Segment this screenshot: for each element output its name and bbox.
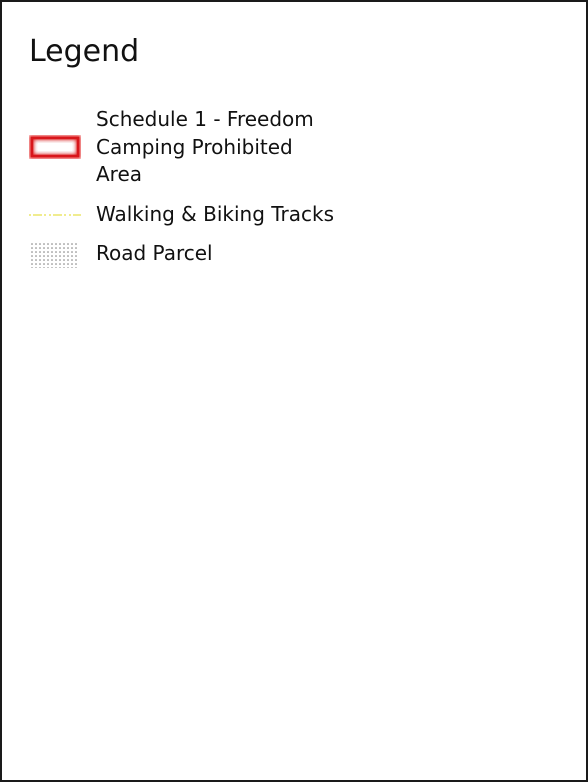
label-line-2: Camping Prohibited	[96, 134, 293, 159]
legend-item-label: Walking & Biking Tracks	[96, 202, 335, 226]
legend-panel: Legend Schedule 1 - Freedom Camping Proh…	[0, 0, 588, 782]
dotted-road-parcel-icon	[30, 242, 78, 268]
legend-item-label: Schedule 1 - Freedom Camping Prohibited …	[96, 106, 314, 189]
prohibited-area-swatch-icon	[29, 135, 81, 159]
dashed-track-line-icon	[29, 214, 81, 216]
legend-item-label: Road Parcel	[96, 241, 213, 265]
label-line-1: Schedule 1 - Freedom	[96, 107, 314, 131]
label-line-3: Area	[96, 162, 143, 186]
legend-title: Legend	[29, 34, 140, 69]
